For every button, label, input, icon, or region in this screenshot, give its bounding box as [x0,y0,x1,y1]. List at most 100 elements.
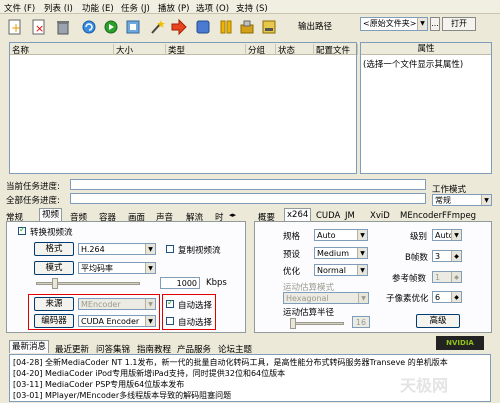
level-select[interactable]: Auto ▼ [432,229,462,241]
chevron-down-icon[interactable]: ▼ [358,293,368,303]
mode-select[interactable]: 平均码率 ▼ [78,262,156,274]
source-button[interactable]: 来源 [34,297,74,311]
motion-estimation-value: Hexagonal [286,294,329,303]
stop-icon[interactable] [192,16,214,38]
encoder-value: CUDA Encoder [81,317,140,326]
tab-latest-news[interactable]: 最新消息 [9,340,50,353]
encoder-select[interactable]: CUDA Encoder ▼ [78,315,156,327]
source-select[interactable]: MEncoder ▼ [78,298,156,310]
menu-support[interactable]: 支持 (S) [236,2,268,14]
chevron-down-icon[interactable]: ▼ [357,248,367,258]
svg-text:×: × [35,22,44,35]
bframes-value: 3 [435,252,441,261]
hammer-icon[interactable] [258,16,280,38]
chevron-down-icon[interactable]: ▼ [357,265,367,275]
encoder-button[interactable]: 编码器 [34,314,74,328]
arrow-right-icon[interactable] [168,16,190,38]
news-item[interactable]: [04-20] MediaCoder iPod专用版新增iPad支持，同时提供3… [13,368,285,379]
auto-select-source-label: 自动选择 [178,301,213,311]
enable-video-checkbox[interactable] [18,225,26,235]
menu-bar: 文件 (F) 列表 (I) 功能 (E) 任务 (J) 播放 (P) 选项 (O… [0,0,500,14]
advanced-button[interactable]: 高级 [416,314,460,328]
chevron-down-icon[interactable]: ▼ [145,244,155,254]
optimize-value: Normal [317,266,346,275]
chevron-down-icon[interactable]: ▼ [145,299,155,309]
profile-label: 规格 [283,232,301,242]
column-profile[interactable]: 配置文件 [314,44,358,56]
menu-function[interactable]: 功能 (E) [82,2,114,14]
properties-hint: (选择一个文件显示其属性) [363,60,464,70]
motion-estimation-select[interactable]: Hexagonal ▼ [283,292,369,304]
me-range-slider-track[interactable] [292,322,344,325]
current-progress-label: 当前任务进度: [6,182,60,192]
spin-icon[interactable]: ◆ [451,292,461,302]
work-mode-value: 常规 [435,196,451,205]
output-path-select[interactable]: <原始文件夹> ▼ [360,17,428,31]
me-range-slider-thumb[interactable] [290,318,296,329]
tab-cuda[interactable]: CUDA [316,211,340,221]
tab-xvid[interactable]: XviD [370,211,390,221]
tool-icon[interactable] [236,16,258,38]
work-mode-select[interactable]: 常规 ▼ [432,194,492,206]
chevron-down-icon[interactable]: ▼ [451,230,461,240]
bitrate-slider-thumb[interactable] [52,278,58,289]
menu-play[interactable]: 播放 (P) [158,2,189,14]
tab-mencoder[interactable]: MEncoder [400,211,442,221]
bframes-label: B帧数 [405,253,428,263]
copy-stream-checkbox[interactable] [166,245,174,253]
preset-select[interactable]: Medium ▼ [314,247,368,259]
menu-task[interactable]: 任务 (J) [121,2,150,14]
news-item[interactable]: [03-01] MPlayer/MEncoder多线程版本导致的解码阻塞问题 [13,390,231,401]
tab-x264[interactable]: x264 [284,208,312,221]
delete-icon[interactable]: × [28,16,50,38]
bitrate-input[interactable]: 1000 [160,277,200,289]
tab-scroll-arrows[interactable]: ◂▸ [229,211,236,219]
wand-icon[interactable] [146,16,168,38]
refresh-icon[interactable] [78,16,100,38]
profile-select[interactable]: Auto ▼ [314,229,368,241]
chevron-down-icon[interactable]: ▼ [357,230,367,240]
menu-list[interactable]: 列表 (I) [44,2,73,14]
spin-icon[interactable]: ◆ [451,251,461,261]
format-select[interactable]: H.264 ▼ [78,243,156,255]
optimize-label: 优化 [283,267,301,277]
tab-ffmpeg[interactable]: FFmpeg [442,211,476,221]
tab-video[interactable]: 视频 [39,208,63,221]
column-status[interactable]: 状态 [276,44,314,56]
file-list[interactable]: 名称 大小 类型 分组 状态 配置文件 [9,42,358,174]
menu-file[interactable]: 文件 (F) [4,2,35,14]
tab-jm[interactable]: JM [345,211,355,221]
trash-icon[interactable] [52,16,74,38]
browse-button[interactable]: ... [430,17,440,31]
news-item[interactable]: [04-28] 全新MediaCoder NT 1.1发布，新一代的批量自动化转… [13,357,448,368]
open-folder-button[interactable]: 打开 [442,17,476,31]
format-value: H.264 [81,245,105,254]
column-type[interactable]: 类型 [166,44,246,56]
pause-icon[interactable] [215,16,237,38]
chevron-down-icon[interactable]: ▼ [481,195,491,205]
output-path-value: <原始文件夹> [363,19,417,28]
auto-select-encoder-checkbox[interactable] [166,317,174,325]
optimize-select[interactable]: Normal ▼ [314,264,368,276]
settings-icon[interactable] [122,16,144,38]
mode-button[interactable]: 模式 [34,261,74,275]
column-group[interactable]: 分组 [246,44,276,56]
subpixel-stepper[interactable]: 6 ◆ [432,291,462,303]
column-name[interactable]: 名称 [10,44,114,56]
new-file-icon[interactable]: + [4,16,26,38]
chevron-down-icon[interactable]: ▼ [417,18,427,30]
menu-options[interactable]: 选项 (O) [196,2,229,14]
auto-select-source-checkbox[interactable] [166,298,174,308]
column-size[interactable]: 大小 [114,44,166,56]
bframes-stepper[interactable]: 3 ◆ [432,250,462,262]
level-label: 级别 [410,232,428,242]
me-range-label: 运动估算半径 [283,308,335,318]
spin-icon[interactable]: ◆ [451,272,461,282]
play-icon[interactable] [100,16,122,38]
ref-frames-value: 1 [435,273,441,282]
chevron-down-icon[interactable]: ▼ [145,263,155,273]
chevron-down-icon[interactable]: ▼ [145,316,155,326]
ref-frames-stepper[interactable]: 1 ◆ [432,271,462,283]
news-item[interactable]: [03-11] MediaCoder PSP专用版64位版本发布 [13,379,184,390]
format-button[interactable]: 格式 [34,242,74,256]
